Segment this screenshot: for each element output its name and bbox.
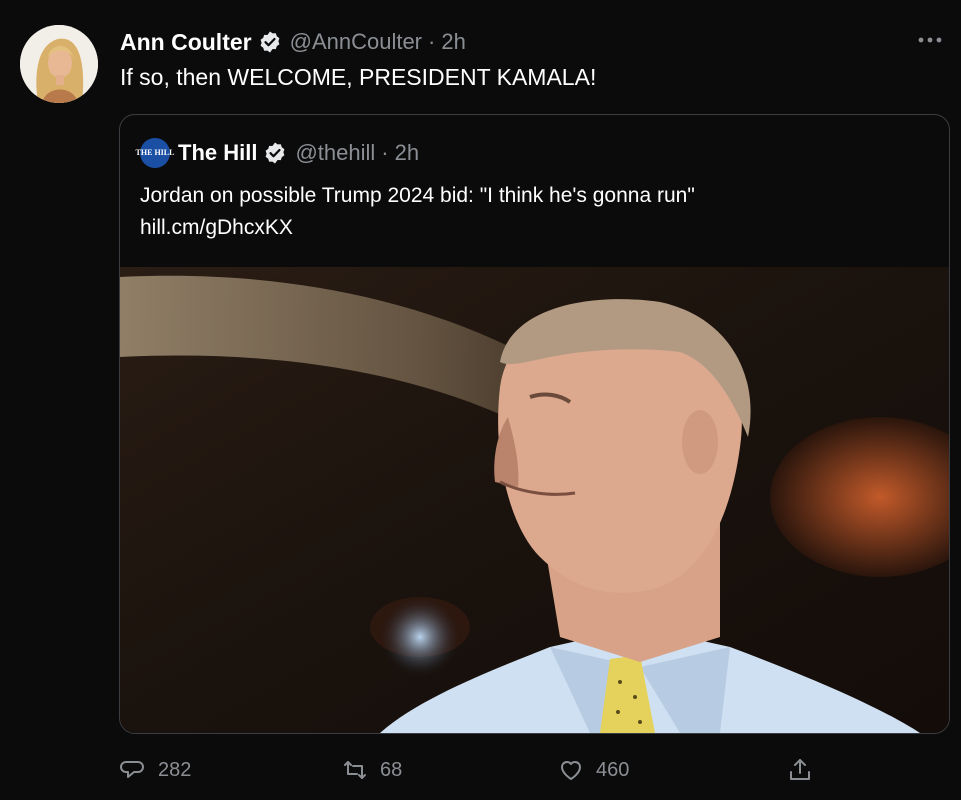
quoted-author-handle[interactable]: @thehill: [295, 140, 375, 166]
quoted-author-name[interactable]: The Hill: [178, 140, 257, 166]
quoted-avatar[interactable]: THE HILL: [136, 138, 174, 168]
action-bar: 282 68 460: [120, 752, 840, 788]
timestamp[interactable]: 2h: [441, 29, 465, 55]
reply-count: 282: [158, 758, 192, 781]
retweet-icon: [344, 761, 366, 779]
like-count: 460: [596, 758, 630, 781]
author-name[interactable]: Ann Coulter: [120, 29, 252, 56]
quoted-text: Jordan on possible Trump 2024 bid: "I th…: [140, 184, 695, 207]
verified-badge-icon: [260, 31, 280, 53]
avatar-photo: [20, 25, 98, 103]
author-handle[interactable]: @AnnCoulter: [290, 29, 422, 55]
quoted-media-photo[interactable]: [120, 267, 949, 733]
quoted-timestamp[interactable]: 2h: [395, 140, 419, 166]
share-button[interactable]: [787, 752, 825, 788]
tweet-text: If so, then WELCOME, PRESIDENT KAMALA!: [120, 64, 597, 90]
more-horizontal-icon[interactable]: [915, 30, 945, 50]
quoted-logo-text: THE HILL: [135, 148, 175, 157]
retweet-count: 68: [380, 758, 403, 781]
quoted-link[interactable]: hill.cm/gDhcxKX: [140, 212, 695, 244]
quoted-header: THE HILL The Hill @thehill · 2h: [136, 138, 419, 168]
share-icon: [790, 759, 810, 780]
verified-badge-icon: [266, 142, 285, 164]
reply-icon: [120, 761, 144, 778]
separator-dot: ·: [381, 140, 389, 165]
retweet-button[interactable]: 68: [342, 752, 402, 788]
like-button[interactable]: 460: [558, 752, 629, 788]
heart-icon: [561, 761, 581, 780]
avatar[interactable]: [20, 25, 98, 103]
tweet-header: Ann Coulter @AnnCoulter · 2h: [120, 27, 466, 57]
reply-button[interactable]: 282: [120, 752, 191, 788]
tweet[interactable]: Ann Coulter @AnnCoulter · 2h If so, then…: [0, 0, 961, 800]
quoted-tweet[interactable]: THE HILL The Hill @thehill · 2h Jordan o…: [119, 114, 950, 734]
separator-dot: ·: [428, 29, 436, 54]
quoted-text-block: Jordan on possible Trump 2024 bid: "I th…: [140, 180, 695, 244]
